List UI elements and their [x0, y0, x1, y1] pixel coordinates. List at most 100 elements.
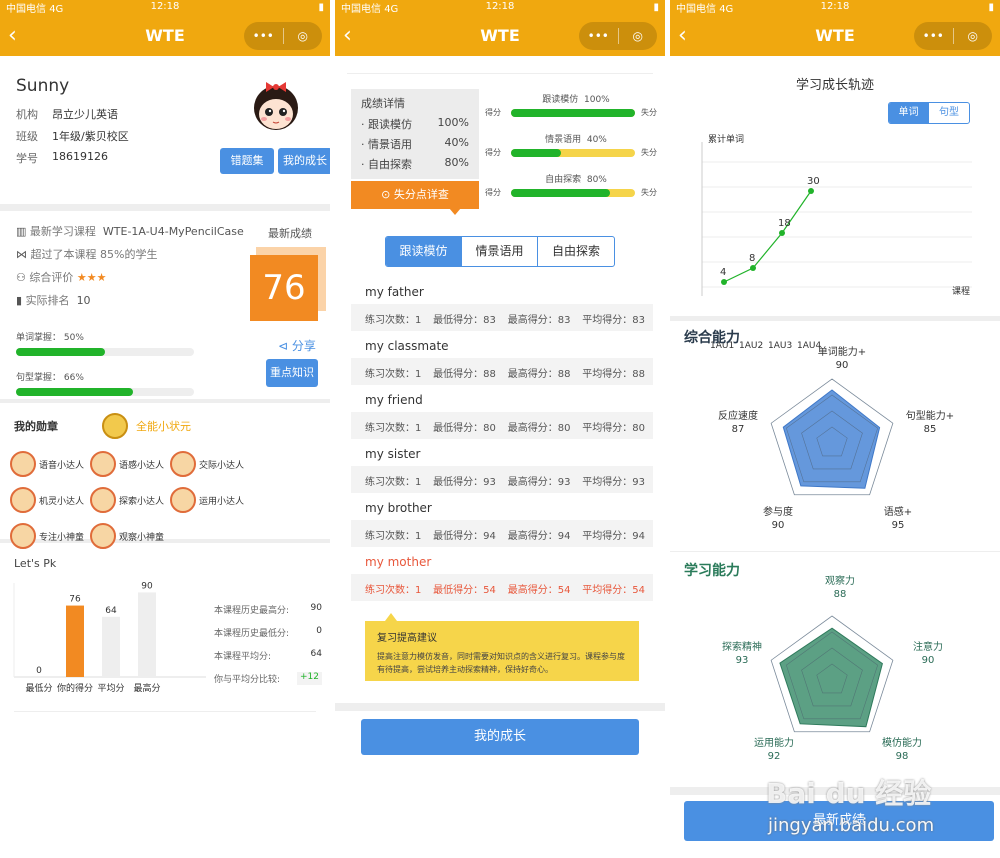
score-bars: 跟读模仿 100% 得分 失分 情景语用 40% 得分 失分 自由探索 80% 得分…: [485, 92, 657, 198]
share-button[interactable]: ⊲ 分享: [278, 337, 316, 354]
medal-icon: [170, 451, 196, 477]
time-label: 12:18: [485, 1, 515, 12]
radar-axis-label: 单词能力+: [818, 345, 866, 358]
advice-box: 复习提高建议 提高注意力模仿发音，同时需要对知识点的含义进行复习。课程参与度有待…: [365, 613, 639, 681]
list-item[interactable]: my classmate 练习次数：1 最低得分：88 最高得分：88 平均得分：88: [351, 331, 653, 385]
watermark-url: jingyan.baidu.com: [768, 815, 935, 836]
score-detail-section: 成绩详情 · 跟读模仿 100% · 情景语用 40% · 自由探索 80% ⊙ 失分…: [335, 74, 665, 224]
avatar: [250, 78, 302, 134]
loss-detail-button[interactable]: ⊙ 失分点详查: [351, 181, 479, 209]
record-icon[interactable]: ◎: [954, 29, 993, 43]
phone-growth: 中国电信 4G 12:18 ▮ ‹ WTE ••• ◎ 学习成长轨迹 单词 句型…: [670, 0, 1000, 858]
medal-item[interactable]: 机灵小达人: [10, 487, 90, 513]
medal-icon: [90, 487, 116, 513]
medals-section: 我的勋章 全能小状元 语音小达人 语感小达人 交际小达人 机灵小达人 探索小达人…: [0, 403, 330, 549]
list-item[interactable]: my mother 练习次数：1 最低得分：54 最高得分：54 平均得分：54: [351, 547, 653, 601]
radar-axis-label: 参与度: [763, 505, 793, 518]
top-medal-icon: [102, 413, 128, 439]
radar-axis-label: 观察力: [825, 574, 855, 587]
radar-axis-label: 模仿能力: [882, 736, 922, 749]
course-section: ▥ 最新学习课程 WTE-1A-U4-MyPencilCase ⋈ 超过了本课程…: [0, 211, 330, 399]
alert-icon: ⊙: [381, 188, 391, 201]
pk-stat-row: 本课程历史最低分: 0: [214, 626, 322, 639]
data-label: 18: [778, 218, 791, 229]
my-growth-button[interactable]: 我的成长: [361, 719, 639, 755]
data-label: 4: [720, 267, 726, 278]
mistakes-button[interactable]: 错题集: [220, 148, 274, 174]
nav-bar: ‹ WTE ••• ◎: [670, 14, 1000, 56]
bar: [138, 592, 156, 677]
bar-value-label: 90: [141, 581, 153, 591]
score-bar-row: 自由探索 80% 得分 失分: [485, 175, 657, 197]
data-point: [779, 230, 785, 236]
radar-value-label: 90: [922, 655, 935, 666]
tab-explore[interactable]: 自由探索: [538, 237, 614, 266]
radar-value-label: 98: [896, 751, 909, 762]
x-tick-label: 最低分: [25, 682, 52, 694]
medal-item[interactable]: 语感小达人: [90, 451, 170, 477]
more-icon[interactable]: •••: [579, 29, 618, 43]
advice-text: 提高注意力模仿发音，同时需要对知识点的含义进行复习。课程参与度有待提高，尝试培养…: [377, 652, 625, 674]
pk-section: Let's Pk 0 最低分 76 你的得分 64 平均分 90 最高分 本课程历史最高分: 9…: [0, 543, 330, 713]
record-icon[interactable]: ◎: [284, 29, 323, 43]
word-mastery-bar: [16, 348, 194, 356]
bar-value-label: 0: [36, 666, 42, 676]
record-icon[interactable]: ◎: [619, 29, 658, 43]
sentence-mastery-bar: [16, 388, 194, 396]
radar-axis-label: 注意力: [913, 640, 943, 653]
radar-axis-label: 句型能力+: [906, 409, 954, 422]
list-item[interactable]: my brother 练习次数：1 最低得分：94 最高得分：94 平均得分：94: [351, 493, 653, 547]
more-icon[interactable]: •••: [914, 29, 953, 43]
score-box: 76: [250, 255, 318, 321]
radar-value-label: 92: [768, 751, 781, 762]
medal-item[interactable]: 运用小达人: [170, 487, 250, 513]
phone-profile: 中国电信 4G 12:18 ▮ ‹ WTE ••• ◎ Sunny 机构 昂立少儿…: [0, 0, 330, 858]
growth-x-label: 课程: [952, 287, 971, 297]
word-list: my father 练习次数：1 最低得分：83 最高得分：83 平均得分：83 my…: [351, 277, 653, 601]
pk-stat-row: 本课程历史最高分: 90: [214, 603, 322, 616]
medal-item[interactable]: 交际小达人: [170, 451, 250, 477]
data-point: [721, 279, 727, 285]
x-tick-label: 你的得分: [57, 682, 93, 694]
key-knowledge-button[interactable]: 重点知识: [266, 359, 318, 387]
toggle-word[interactable]: 单词: [889, 103, 929, 123]
data-point: [808, 188, 814, 194]
pk-stat-row: 本课程平均分: 64: [214, 649, 322, 662]
tab-situation[interactable]: 情景语用: [462, 237, 538, 266]
growth-chart-title: 学习成长轨迹: [795, 78, 874, 93]
learning-radar-chart: 观察力 88 注意力 90 模仿能力 98 运用能力 92 探索精神 93: [722, 574, 943, 762]
radar-axis-label: 反应速度: [718, 409, 758, 422]
detail-row: · 跟读模仿 100%: [361, 116, 469, 131]
watermark: Bai du 经验: [766, 777, 932, 810]
data-point: [750, 265, 756, 271]
radar-axis-label: 语感+: [884, 505, 912, 518]
rating-stars: ★★★: [76, 271, 107, 284]
list-item[interactable]: my friend 练习次数：1 最低得分：80 最高得分：80 平均得分：80: [351, 385, 653, 439]
medal-icon: [170, 487, 196, 513]
nav-bar: ‹ WTE ••• ◎: [335, 14, 665, 56]
radar-value-label: 90: [836, 360, 849, 371]
x-tick-label: 最高分: [133, 682, 160, 694]
list-item[interactable]: my father 练习次数：1 最低得分：83 最高得分：83 平均得分：83: [351, 277, 653, 331]
bookmark-icon: ▮: [16, 294, 23, 307]
medal-icon: [90, 451, 116, 477]
data-label: 8: [749, 253, 755, 264]
tab-read-imitate[interactable]: 跟读模仿: [386, 237, 462, 266]
more-icon[interactable]: •••: [244, 29, 283, 43]
detail-row: · 自由探索 80%: [361, 156, 469, 171]
radar-value-label: 93: [736, 655, 749, 666]
detail-box: 成绩详情 · 跟读模仿 100% · 情景语用 40% · 自由探索 80%: [351, 89, 479, 179]
my-growth-button[interactable]: 我的成长: [278, 148, 330, 174]
phone-score-detail: 中国电信 4G 12:18 ▮ ‹ WTE ••• ◎ 成绩详情 · 跟读模仿 1…: [335, 0, 665, 858]
score-bar-row: 情景语用 40% 得分 失分: [485, 135, 657, 157]
bar: [66, 605, 84, 677]
bar-value-label: 76: [69, 595, 81, 605]
toggle-sentence[interactable]: 句型: [929, 103, 969, 123]
x-tick-label: 平均分: [97, 682, 124, 694]
profile-card: Sunny 机构 昂立少儿英语 班级 1年级/紫贝校区 学号 18619126 错题集…: [0, 76, 330, 196]
bar: [102, 616, 120, 677]
medal-item[interactable]: 语音小达人: [10, 451, 90, 477]
radar-axis-label: 运用能力: [754, 736, 794, 749]
medal-item[interactable]: 探索小达人: [90, 487, 170, 513]
list-item[interactable]: my sister 练习次数：1 最低得分：93 最高得分：93 平均得分：93: [351, 439, 653, 493]
